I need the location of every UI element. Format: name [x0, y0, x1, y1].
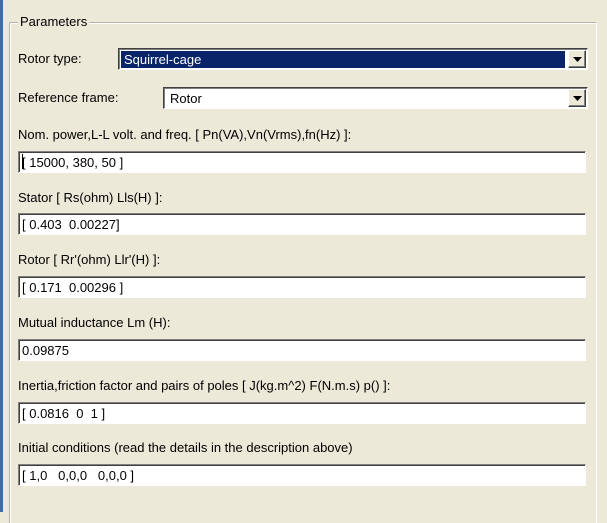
stator-label: Stator [ Rs(ohm) Lls(H) ]: — [18, 190, 163, 205]
nominal-row: Nom. power,L-L volt. and freq. [ Pn(VA),… — [18, 123, 351, 147]
rotor-label: Rotor [ Rr'(ohm) Llr'(H) ]: — [18, 252, 161, 267]
stator-field[interactable] — [18, 213, 586, 235]
window-left-border — [0, 0, 3, 512]
parameters-group-title: Parameters — [18, 14, 90, 29]
rotor-type-row: Rotor type: — [18, 47, 82, 71]
reference-frame-value: Rotor — [170, 91, 202, 106]
chevron-down-icon — [573, 57, 582, 62]
reference-frame-row: Reference frame: — [18, 86, 118, 110]
mutual-row: Mutual inductance Lm (H): — [18, 311, 170, 335]
rotor-field[interactable] — [18, 276, 586, 298]
nominal-label: Nom. power,L-L volt. and freq. [ Pn(VA),… — [18, 127, 352, 142]
initial-label: Initial conditions (read the details in … — [18, 440, 353, 455]
stator-row: Stator [ Rs(ohm) Lls(H) ]: — [18, 186, 162, 210]
text-caret — [22, 154, 23, 169]
inertia-field[interactable] — [18, 402, 586, 424]
initial-field[interactable] — [18, 464, 586, 486]
inertia-label: Inertia,friction factor and pairs of pol… — [18, 378, 391, 393]
reference-frame-label: Reference frame: — [18, 90, 119, 105]
inertia-row: Inertia,friction factor and pairs of pol… — [18, 374, 390, 398]
rotor-type-dropdown-button[interactable] — [568, 50, 586, 68]
reference-frame-select[interactable]: Rotor — [163, 87, 588, 109]
rotor-type-value: Squirrel-cage — [121, 51, 565, 68]
nominal-field[interactable] — [18, 151, 586, 173]
mutual-label: Mutual inductance Lm (H): — [18, 315, 171, 330]
rotor-row: Rotor [ Rr'(ohm) Llr'(H) ]: — [18, 248, 160, 272]
parameters-dialog: Parameters Rotor type: Squirrel-cage Ref… — [0, 0, 607, 523]
mutual-field[interactable] — [18, 339, 586, 361]
reference-frame-dropdown-button[interactable] — [568, 89, 586, 107]
chevron-down-icon — [573, 96, 582, 101]
rotor-type-select[interactable]: Squirrel-cage — [118, 48, 588, 70]
rotor-type-label: Rotor type: — [18, 51, 82, 66]
initial-row: Initial conditions (read the details in … — [18, 436, 353, 460]
